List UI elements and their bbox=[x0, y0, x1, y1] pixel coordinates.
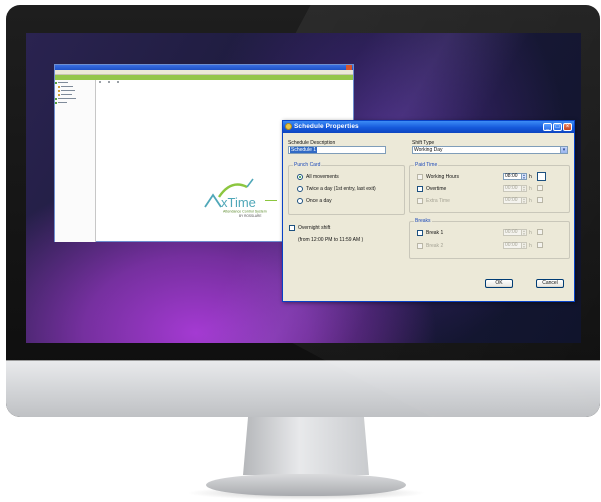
ok-button[interactable]: OK bbox=[485, 279, 513, 288]
punch-option-label: Once a day bbox=[306, 198, 332, 204]
overtime-checkbox[interactable] bbox=[417, 186, 423, 192]
monitor-stand-neck bbox=[243, 417, 369, 475]
overtime-spinner[interactable]: 00:00 ▲ ▼ bbox=[503, 185, 527, 192]
hours-unit: h bbox=[529, 198, 532, 204]
schedule-description-value: Schedule 1 bbox=[290, 147, 318, 153]
hours-unit: h bbox=[529, 186, 532, 192]
monitor-stand-base bbox=[206, 474, 406, 496]
monitor-chin bbox=[6, 360, 600, 417]
paid-time-group: Paid Time Working Hours 08:00 ▲ ▼ h Overt… bbox=[409, 162, 570, 213]
overtime-label: Overtime bbox=[426, 186, 447, 192]
overnight-note: (from 12:00 PM to 11:59 AM ) bbox=[298, 237, 364, 243]
radio-twice-a-day[interactable] bbox=[297, 186, 303, 192]
maximize-icon[interactable]: □ bbox=[553, 123, 562, 131]
break-1-checkbox[interactable] bbox=[417, 230, 423, 236]
overnight-shift-checkbox[interactable] bbox=[289, 225, 295, 231]
extra-time-value: 00:00 bbox=[505, 197, 518, 203]
shift-type-select[interactable]: Working Day ▾ bbox=[412, 146, 568, 154]
working-hours-value: 08:00 bbox=[505, 173, 518, 179]
axtime-logo: xTime Attendance Control System BY ROSSL… bbox=[195, 175, 285, 219]
app-titlebar[interactable] bbox=[55, 65, 353, 70]
paid-time-title: Paid Time bbox=[414, 162, 439, 168]
schedule-description-input[interactable]: Schedule 1 bbox=[288, 146, 386, 154]
hours-unit: h bbox=[529, 243, 532, 249]
break-1-spinner[interactable]: 00:00 ▲ ▼ bbox=[503, 229, 527, 236]
svg-text:Attendance Control System: Attendance Control System bbox=[223, 210, 267, 214]
tree-item[interactable] bbox=[55, 85, 95, 88]
app-close-button[interactable] bbox=[346, 65, 352, 70]
tree-item[interactable] bbox=[55, 81, 95, 84]
extra-time-checkbox[interactable] bbox=[417, 198, 423, 204]
spinner-arrows-icon[interactable]: ▲ ▼ bbox=[521, 198, 526, 204]
hours-unit: h bbox=[529, 230, 532, 236]
radio-all-movements[interactable] bbox=[297, 174, 303, 180]
break-2-toggle[interactable] bbox=[537, 242, 543, 248]
working-hours-spinner[interactable]: 08:00 ▲ ▼ bbox=[503, 173, 527, 180]
working-hours-toggle[interactable] bbox=[537, 172, 546, 181]
list-column-headers[interactable] bbox=[97, 80, 353, 84]
clock-icon bbox=[285, 123, 292, 130]
break-1-value: 00:00 bbox=[505, 229, 518, 235]
navigation-tree[interactable] bbox=[55, 80, 96, 242]
punch-option-label: Twice a day (1st entry, last exit) bbox=[306, 186, 376, 192]
tree-item[interactable] bbox=[55, 97, 95, 100]
breaks-group: Breaks Break 1 00:00 ▲ ▼ h Break 2 00:00 … bbox=[409, 218, 570, 259]
close-icon[interactable]: × bbox=[563, 123, 572, 131]
svg-text:BY ROSSLARE: BY ROSSLARE bbox=[239, 214, 261, 218]
working-hours-checkbox[interactable] bbox=[417, 174, 423, 180]
extra-time-label: Extra Time bbox=[426, 198, 450, 204]
tree-item[interactable] bbox=[55, 93, 95, 96]
cancel-button[interactable]: Cancel bbox=[536, 279, 564, 288]
break-2-value: 00:00 bbox=[505, 242, 518, 248]
spinner-arrows-icon[interactable]: ▲ ▼ bbox=[521, 174, 526, 180]
chevron-down-icon[interactable]: ▾ bbox=[560, 147, 567, 153]
punch-card-group: Punch Card All movements Twice a day (1s… bbox=[288, 162, 405, 215]
tree-item[interactable] bbox=[55, 89, 95, 92]
radio-once-a-day[interactable] bbox=[297, 198, 303, 204]
overtime-value: 00:00 bbox=[505, 185, 518, 191]
working-hours-label: Working Hours bbox=[426, 174, 459, 180]
extra-time-toggle[interactable] bbox=[537, 197, 543, 203]
spinner-arrows-icon[interactable]: ▲ ▼ bbox=[521, 243, 526, 249]
punch-card-title: Punch Card bbox=[293, 162, 322, 168]
dialog-title: Schedule Properties bbox=[294, 123, 359, 130]
break-1-label: Break 1 bbox=[426, 230, 444, 236]
overtime-toggle[interactable] bbox=[537, 185, 543, 191]
spinner-arrows-icon[interactable]: ▲ ▼ bbox=[521, 186, 526, 192]
break-2-label: Break 2 bbox=[426, 243, 444, 249]
svg-text:xTime: xTime bbox=[221, 195, 256, 210]
hours-unit: h bbox=[529, 174, 532, 180]
punch-option-label: All movements bbox=[306, 174, 339, 180]
break-2-checkbox[interactable] bbox=[417, 243, 423, 249]
break-2-spinner[interactable]: 00:00 ▲ ▼ bbox=[503, 242, 527, 249]
breaks-title: Breaks bbox=[414, 218, 432, 224]
overnight-shift-label: Overnight shift bbox=[298, 225, 331, 231]
desktop-screen: xTime Attendance Control System BY ROSSL… bbox=[26, 33, 581, 343]
tree-item[interactable] bbox=[55, 101, 95, 104]
shift-type-value: Working Day bbox=[414, 147, 443, 153]
extra-time-spinner[interactable]: 00:00 ▲ ▼ bbox=[503, 197, 527, 204]
minimize-icon[interactable]: _ bbox=[543, 123, 552, 131]
spinner-arrows-icon[interactable]: ▲ ▼ bbox=[521, 230, 526, 236]
schedule-properties-dialog: Schedule Properties _ □ × Schedule Descr… bbox=[282, 120, 575, 302]
break-1-toggle[interactable] bbox=[537, 229, 543, 235]
dialog-titlebar[interactable]: Schedule Properties _ □ × bbox=[283, 121, 574, 133]
